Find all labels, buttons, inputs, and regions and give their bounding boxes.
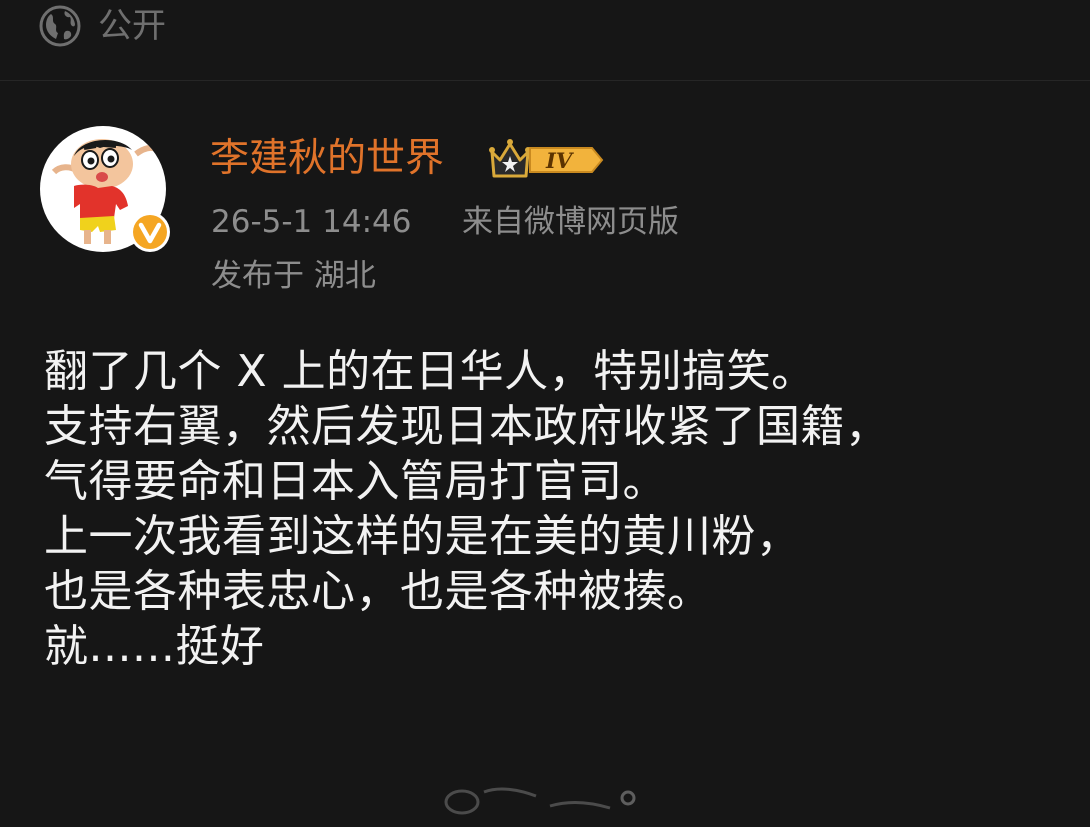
post-line-6: 就......挺好	[44, 621, 265, 672]
post-line-5: 也是各种表忠心，也是各种被揍。	[44, 566, 712, 617]
visibility-label[interactable]: 公开	[98, 5, 166, 47]
post-location: 发布于 湖北	[211, 258, 376, 294]
post-line-2: 支持右翼，然后发现日本政府收紧了国籍，	[44, 401, 890, 452]
verified-badge-icon	[130, 212, 170, 252]
watermark-icon	[444, 787, 636, 815]
weibo-post-page: 公开 李建秋的世界 IV 26-5-1 14:46 来自微博网页版 发布于 湖北…	[0, 0, 1090, 827]
author-avatar[interactable]	[40, 126, 172, 252]
author-name[interactable]: 李建秋的世界	[210, 133, 444, 185]
post-timestamp[interactable]: 26-5-1 14:46	[211, 200, 411, 244]
crown-level-badge-icon[interactable]: IV	[488, 136, 608, 182]
visibility-bar: 公开	[0, 0, 1090, 81]
post-source[interactable]: 来自微博网页版	[462, 200, 679, 244]
post-line-1: 翻了几个 X 上的在日华人，特别搞笑。	[44, 346, 816, 397]
level-badge-text: IV	[545, 148, 575, 173]
post-line-4: 上一次我看到这样的是在美的黄川粉，	[44, 511, 801, 562]
post-body: 翻了几个 X 上的在日华人，特别搞笑。 支持右翼，然后发现日本政府收紧了国籍， …	[44, 344, 1054, 674]
globe-icon	[39, 5, 81, 47]
post-line-3: 气得要命和日本入管局打官司。	[44, 456, 667, 507]
